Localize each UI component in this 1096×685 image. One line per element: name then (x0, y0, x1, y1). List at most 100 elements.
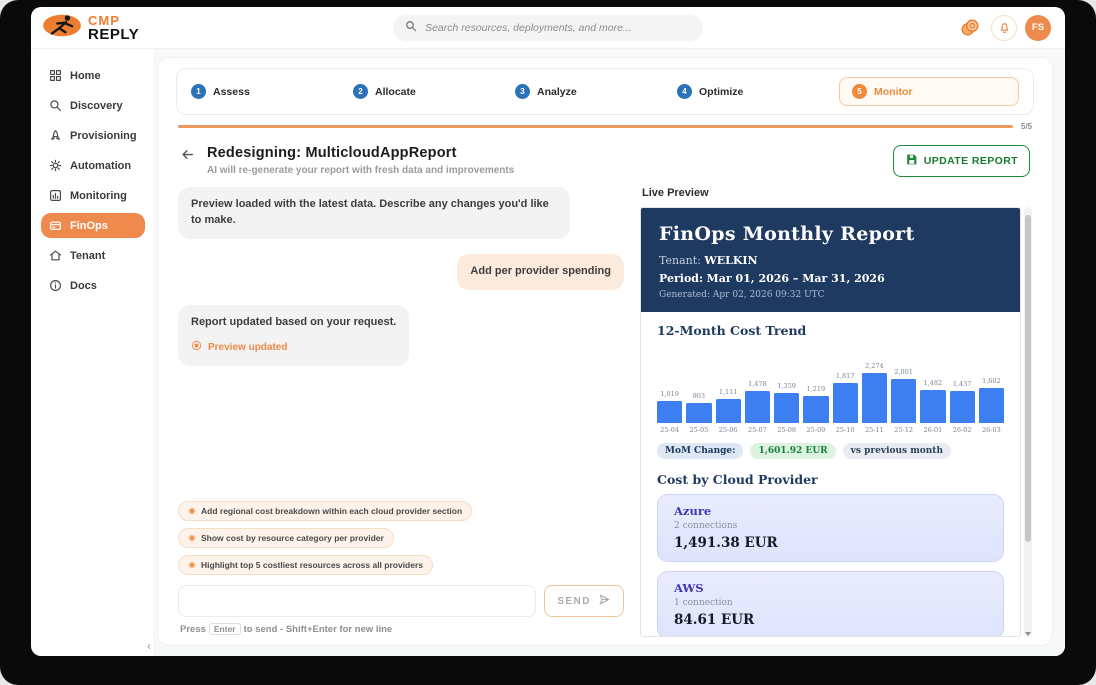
suggestion-chips: Add regional cost breakdown within each … (178, 501, 624, 575)
mom-change-value: 1,601.92 EUR (750, 443, 835, 459)
bar-value-label: 2,001 (894, 368, 913, 376)
chat-spacer (178, 381, 624, 501)
bar (657, 401, 682, 423)
main-area: 1 Assess 2 Allocate 3Analyze4Optimize 5 Monito… (153, 49, 1065, 656)
bar (745, 391, 770, 423)
send-hint: PressEnterto send - Shift+Enter for new … (180, 624, 622, 635)
chat-messages: Preview loaded with the latest data. Des… (178, 187, 624, 381)
bell-icon[interactable] (991, 15, 1017, 41)
sidebar-item-label: Home (70, 70, 101, 82)
step-optimize[interactable]: 4Optimize (677, 84, 839, 99)
report-title: FinOps Monthly Report (659, 223, 1002, 245)
preview-column: Live Preview FinOps Monthly Report Tenan… (640, 187, 1032, 637)
bar-value-label: 1,478 (748, 380, 767, 388)
bar-25-11: 2,274 (862, 345, 887, 423)
x-tick-label: 26-02 (950, 426, 975, 434)
provider-name: Azure (674, 504, 987, 518)
x-tick-label: 25-10 (833, 426, 858, 434)
enter-key-label: Enter (209, 623, 241, 635)
sidebar-item-tenant[interactable]: Tenant (41, 243, 145, 268)
sidebar-item-discovery[interactable]: Discovery (41, 93, 145, 118)
sidebar-item-provisioning[interactable]: Provisioning (41, 123, 145, 148)
chevron-down-icon[interactable] (1025, 632, 1031, 636)
bar (979, 388, 1004, 423)
report-generated-line: Generated: Apr 02, 2026 09:32 UTC (659, 290, 1002, 300)
step-monitor[interactable]: 5 Monitor (839, 77, 1019, 106)
app-window: CMP REPLY FS (31, 7, 1065, 656)
search-bar[interactable] (393, 15, 703, 41)
step-label: Monitor (874, 86, 913, 98)
bar (833, 383, 858, 423)
discovery-icon (49, 99, 62, 112)
sidebar-item-home[interactable]: Home (41, 63, 145, 88)
app-logo[interactable]: CMP REPLY (41, 12, 139, 44)
bar (862, 373, 887, 423)
sidebar: Home Discovery Provisioning Automation Monit… (31, 49, 153, 656)
search-icon (405, 19, 417, 37)
wallet-icon (49, 219, 62, 232)
logo-cmp: CMP (88, 14, 139, 27)
bar-26-01: 1,482 (920, 345, 945, 423)
suggestion-chip[interactable]: Show cost by resource category per provi… (178, 528, 394, 548)
credits-icon[interactable] (957, 15, 983, 41)
step-allocate[interactable]: 2 Allocate (353, 84, 515, 99)
page-title: Redesigning: MulticloudAppReport (207, 145, 514, 161)
bar-25-12: 2,001 (891, 345, 916, 423)
chat-column: Preview loaded with the latest data. Des… (178, 187, 624, 637)
sidebar-item-finops[interactable]: FinOps (41, 213, 145, 238)
bar-value-label: 1,817 (836, 372, 855, 380)
report-body: 12-Month Cost Trend 1,0199031,1111,4781,… (641, 312, 1020, 637)
send-button[interactable]: SEND (544, 585, 624, 617)
sidebar-item-label: Monitoring (70, 190, 127, 202)
step-label: Assess (213, 86, 250, 98)
sidebar-item-monitoring[interactable]: Monitoring (41, 183, 145, 208)
step-label: Allocate (375, 86, 416, 98)
cost-trend-title: 12-Month Cost Trend (657, 323, 1004, 338)
update-report-button[interactable]: UPDATE REPORT (893, 145, 1030, 177)
bar (716, 399, 741, 423)
bar-value-label: 1,482 (924, 379, 943, 387)
report-tenant-line: Tenant: WELKIN (659, 254, 1002, 267)
mom-change-suffix: vs previous month (843, 443, 951, 459)
bar-value-label: 1,602 (982, 377, 1001, 385)
provider-cards: Azure2 connections1,491.38 EURAWS1 conne… (657, 494, 1004, 637)
suggestion-chip[interactable]: Add regional cost breakdown within each … (178, 501, 472, 521)
chip-label: Add regional cost breakdown within each … (201, 506, 462, 516)
report-document: FinOps Monthly Report Tenant: WELKIN Per… (640, 207, 1021, 637)
scrollbar-thumb[interactable] (1025, 215, 1031, 542)
x-tick-label: 25-09 (803, 426, 828, 434)
provider-name: AWS (674, 581, 987, 595)
live-preview-label: Live Preview (642, 187, 1032, 199)
step-number: 5 (852, 84, 867, 99)
step-number: 2 (353, 84, 368, 99)
bar (920, 390, 945, 423)
sparkle-icon (188, 561, 196, 569)
x-tick-label: 25-08 (774, 426, 799, 434)
message-text: Report updated based on your request. (191, 315, 396, 331)
bar-26-02: 1,437 (950, 345, 975, 423)
gear-icon (49, 159, 62, 172)
sidebar-item-automation[interactable]: Automation (41, 153, 145, 178)
progress-bar (178, 125, 1013, 128)
preview-scrollbar[interactable] (1024, 207, 1032, 637)
step-number: 1 (191, 84, 206, 99)
cost-trend-chart: 1,0199031,1111,4781,3591,2191,8172,2742,… (657, 345, 1004, 423)
work-row: Preview loaded with the latest data. Des… (176, 187, 1034, 637)
sidebar-item-docs[interactable]: Docs (41, 273, 145, 298)
step-label: Analyze (537, 86, 577, 98)
suggestion-chip[interactable]: Highlight top 5 costliest resources acro… (178, 555, 433, 575)
mom-change-label: MoM Change: (657, 443, 743, 459)
chat-input[interactable] (178, 585, 536, 617)
bar (803, 396, 828, 423)
step-assess[interactable]: 1 Assess (191, 84, 353, 99)
sidebar-collapse-icon[interactable]: ‹ (147, 640, 151, 652)
search-input[interactable] (425, 22, 691, 34)
step-analyze[interactable]: 3Analyze (515, 84, 677, 99)
eye-status-icon (191, 340, 202, 357)
sparkle-icon (188, 507, 196, 515)
sidebar-item-label: Provisioning (70, 130, 137, 142)
back-arrow-icon[interactable] (180, 147, 195, 162)
reply-runner-logo-icon (41, 12, 83, 44)
bar-value-label: 1,019 (660, 390, 679, 398)
avatar[interactable]: FS (1025, 15, 1051, 41)
